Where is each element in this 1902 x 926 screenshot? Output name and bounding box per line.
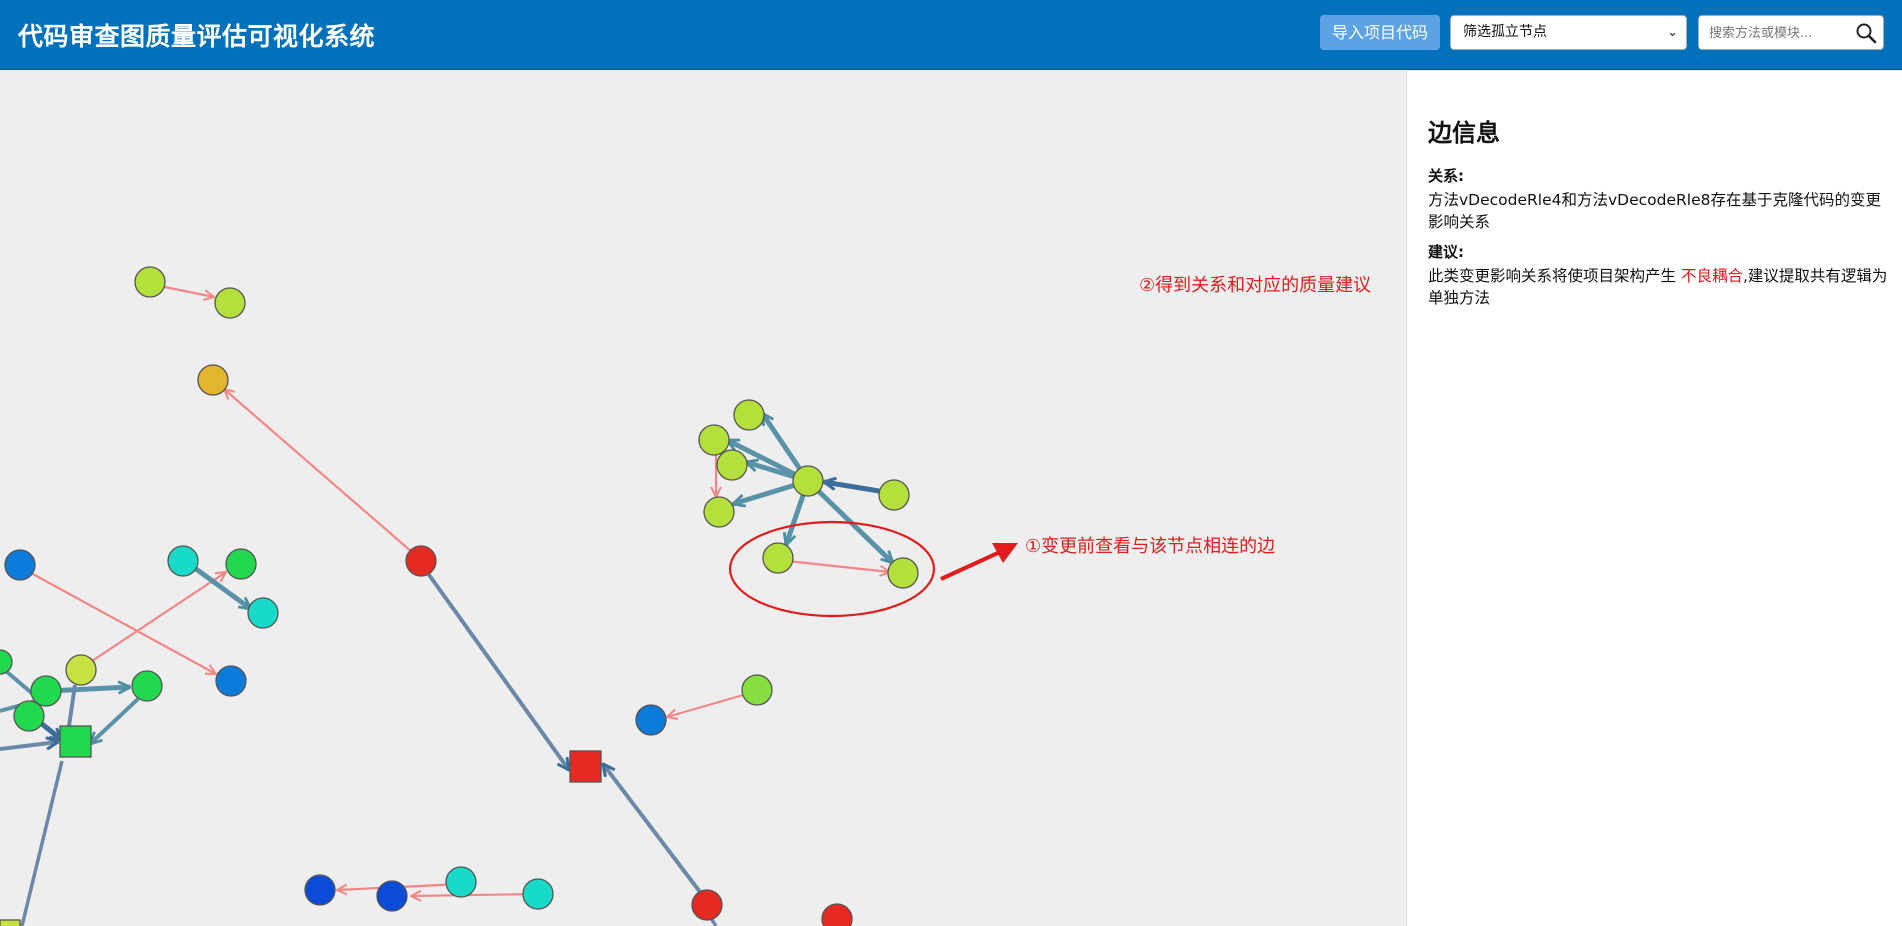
method-node[interactable] (167, 545, 199, 577)
method-node-vDecodeRle4[interactable] (762, 542, 794, 574)
relation-text: 方法vDecodeRle4和方法vDecodeRle8存在基于克隆代码的变更影响… (1428, 191, 1881, 231)
edge-info-panel: 边信息 关系: 方法vDecodeRle4和方法vDecodeRle8存在基于克… (1406, 71, 1902, 926)
clone-edge[interactable] (411, 894, 538, 896)
method-node[interactable] (445, 866, 477, 898)
method-node[interactable] (522, 878, 554, 910)
method-node[interactable] (30, 675, 62, 707)
method-node-vDecodeRle8[interactable] (887, 557, 919, 589)
suggestion-label: 建议: (1428, 243, 1464, 261)
graph-nodes (0, 266, 919, 926)
panel-title: 边信息 (1428, 119, 1500, 147)
method-node[interactable] (716, 449, 748, 481)
method-node[interactable] (821, 903, 853, 926)
method-node[interactable] (65, 654, 97, 686)
clone-edge[interactable] (79, 572, 226, 670)
app-header: 代码审查图质量评估可视化系统 导入项目代码 筛选孤立节点 ⌄ (0, 0, 1902, 70)
suggestion-highlight: 不良耦合 (1680, 267, 1743, 285)
method-node[interactable] (4, 549, 36, 581)
method-node[interactable] (0, 649, 13, 675)
clone-edge[interactable] (19, 566, 216, 674)
call-edge[interactable] (0, 742, 58, 751)
method-node[interactable] (134, 266, 166, 298)
method-node[interactable] (247, 597, 279, 629)
dependency-edge[interactable] (824, 482, 880, 494)
method-node[interactable] (197, 364, 229, 396)
graph-canvas[interactable] (0, 71, 1406, 926)
method-node[interactable] (792, 465, 824, 497)
filter-select[interactable]: 筛选孤立节点 ⌄ (1450, 15, 1687, 50)
annotation-step2: ②得到关系和对应的质量建议 (1139, 275, 1372, 296)
method-node[interactable] (703, 496, 735, 528)
method-node[interactable] (13, 700, 45, 732)
clone-edge-selected[interactable] (777, 558, 890, 572)
suggestion-text: 此类变更影响关系将使项目架构产生 不良耦合,建议提取共有逻辑为单独方法 (1428, 265, 1892, 309)
method-node[interactable] (214, 287, 246, 319)
chevron-down-icon: ⌄ (1667, 25, 1678, 40)
filter-select-value: 筛选孤立节点 (1463, 24, 1547, 40)
app-title: 代码审查图质量评估可视化系统 (18, 22, 376, 51)
annotation-arrow-shaft (940, 550, 1001, 581)
search-icon[interactable] (1855, 22, 1877, 44)
method-node[interactable] (691, 889, 723, 921)
search-box[interactable] (1698, 15, 1884, 51)
search-input[interactable] (1699, 16, 1861, 51)
module-node[interactable] (59, 725, 92, 758)
annotation-step1: ①变更前查看与该节点相连的边 (1025, 536, 1276, 557)
call-edge[interactable] (603, 764, 702, 894)
import-project-button[interactable]: 导入项目代码 (1320, 15, 1440, 50)
method-node[interactable] (215, 665, 247, 697)
module-node[interactable] (0, 919, 21, 926)
method-node[interactable] (304, 874, 336, 906)
call-edge[interactable] (20, 760, 64, 926)
method-node[interactable] (376, 880, 408, 912)
method-node[interactable] (405, 545, 437, 577)
module-node[interactable] (569, 750, 602, 783)
clone-edge[interactable] (224, 389, 421, 560)
method-node[interactable] (733, 399, 765, 431)
call-edge[interactable] (90, 697, 140, 744)
suggestion-prefix: 此类变更影响关系将使项目架构产生 (1428, 267, 1677, 285)
method-node[interactable] (741, 674, 773, 706)
method-node[interactable] (698, 424, 730, 456)
call-edge[interactable] (425, 570, 569, 770)
method-node[interactable] (225, 548, 257, 580)
method-node[interactable] (878, 479, 910, 511)
code-review-graph[interactable] (0, 71, 1406, 926)
method-node[interactable] (635, 704, 667, 736)
method-node[interactable] (131, 670, 163, 702)
relation-label: 关系: (1428, 167, 1464, 185)
graph-edges (0, 282, 893, 926)
